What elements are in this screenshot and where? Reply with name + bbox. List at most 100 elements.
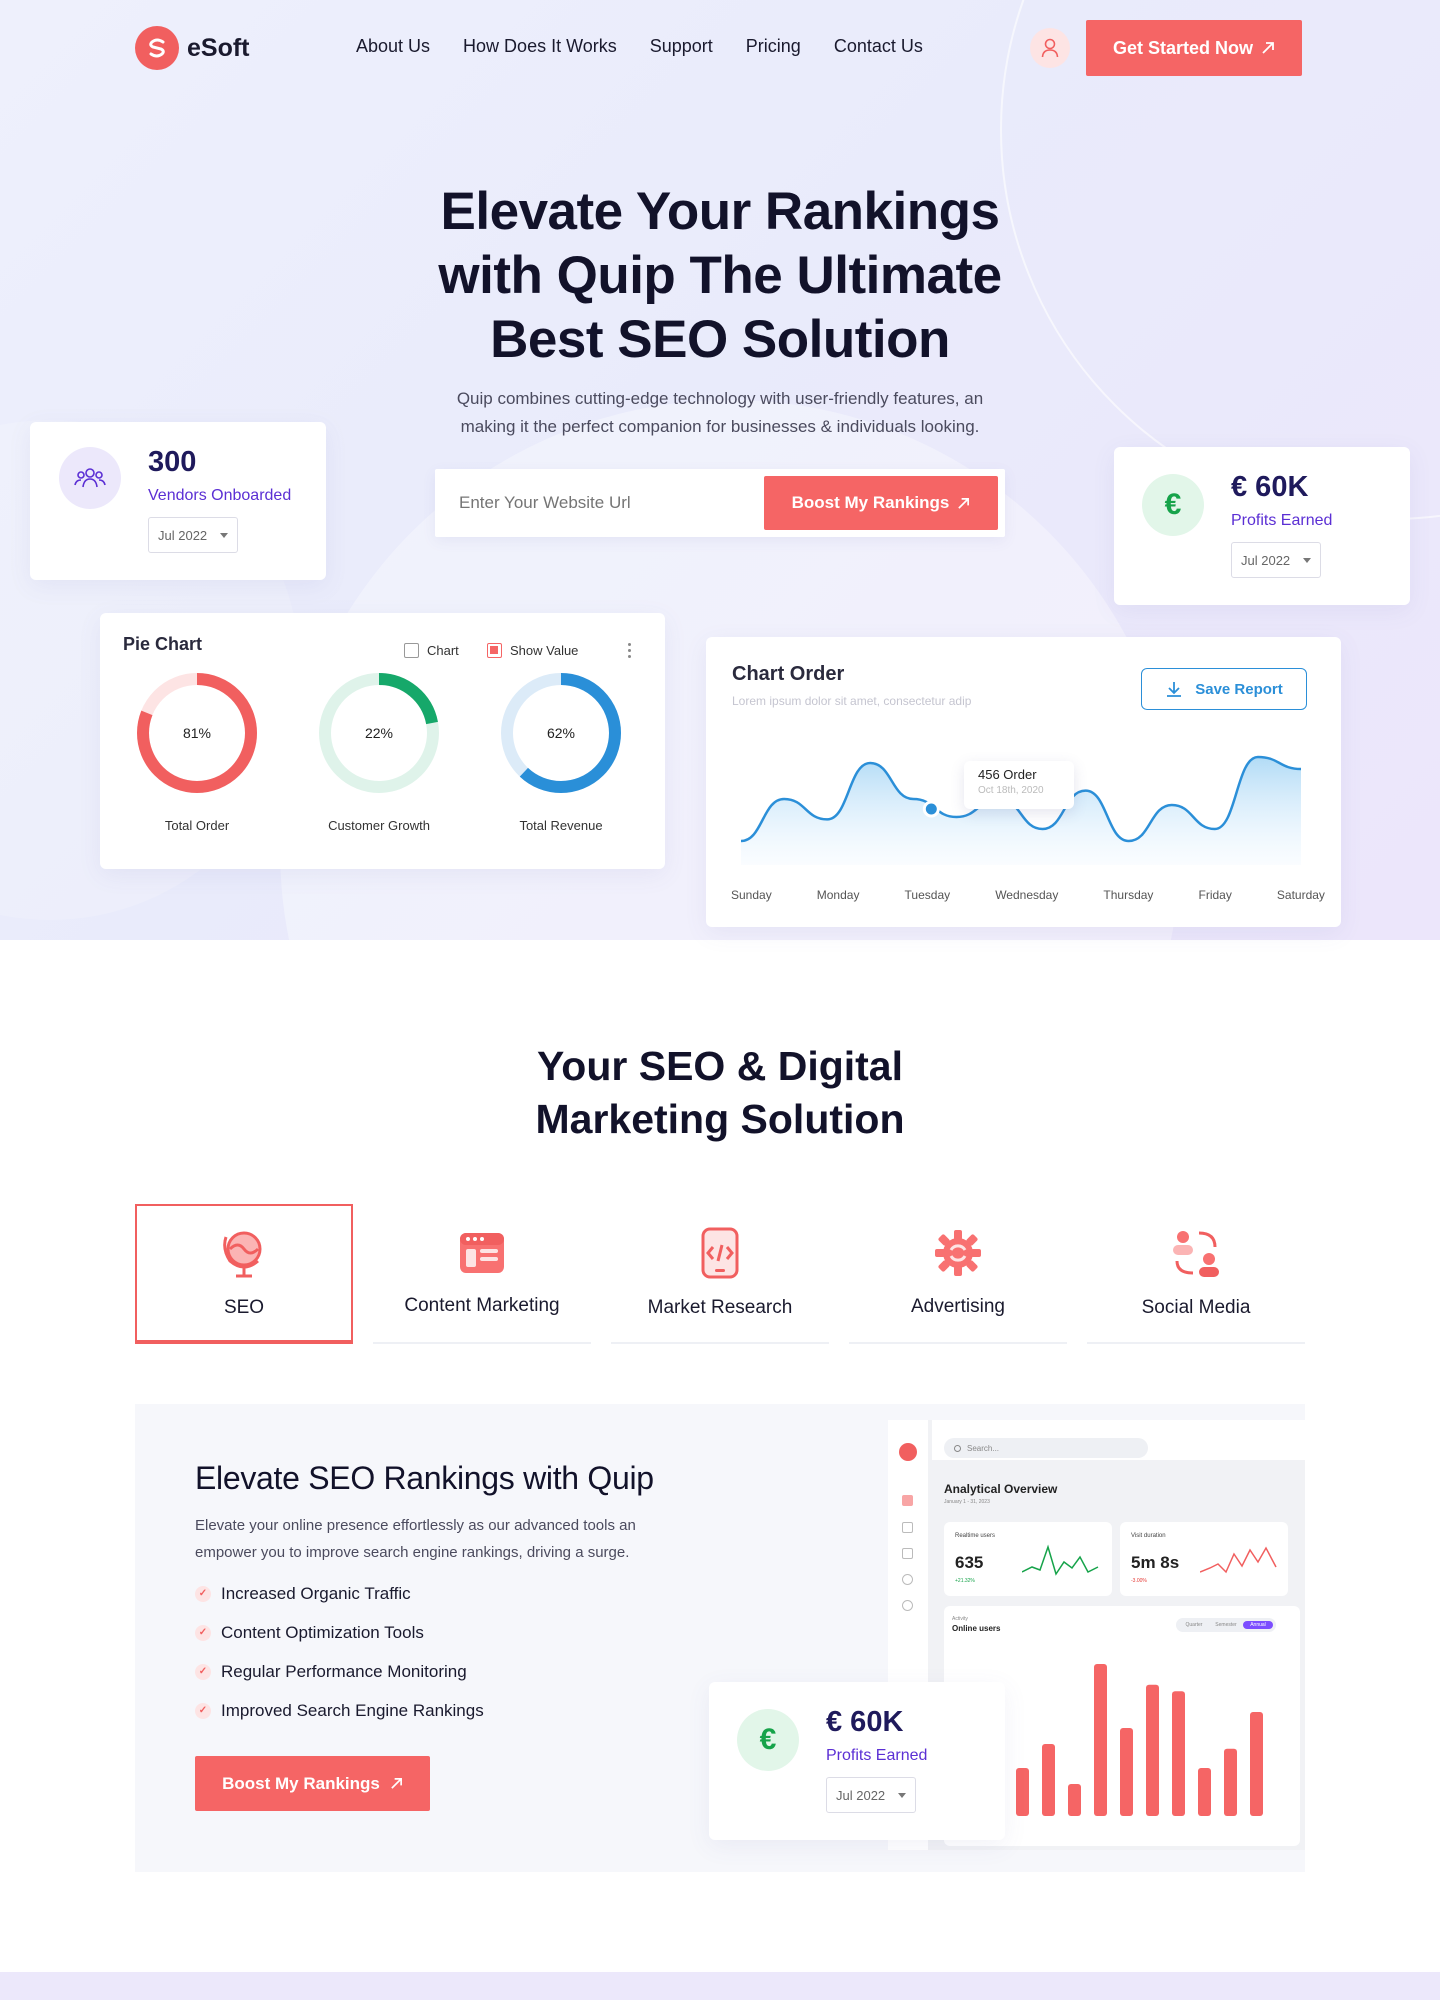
- online-users-bar: [1016, 1768, 1029, 1816]
- boost-rankings-label: Boost My Rankings: [791, 493, 950, 512]
- people-swap-icon: [1173, 1231, 1219, 1277]
- donut-value: 81%: [183, 725, 211, 741]
- tab-content-marketing[interactable]: Content Marketing: [373, 1204, 591, 1344]
- profits-card-floating: € € 60K Profits Earned Jul 2022: [709, 1682, 1005, 1840]
- tooltip-value: 456 Order: [978, 767, 1037, 782]
- chart-order-card: Chart Order Lorem ipsum dolor sit amet, …: [706, 637, 1341, 927]
- chevron-down-icon: [220, 532, 228, 538]
- feature-description-line: empower you to improve search engine ran…: [195, 1544, 630, 1561]
- profits-value: € 60K: [1231, 471, 1309, 503]
- more-options-icon[interactable]: [628, 643, 632, 658]
- hero-title-line: with Quip The Ultimate: [438, 246, 1002, 305]
- nav-how-it-works[interactable]: How Does It Works: [463, 36, 617, 57]
- checkbox-unchecked-icon[interactable]: [404, 643, 419, 658]
- boost-rankings-button[interactable]: Boost My Rankings: [764, 476, 998, 530]
- toggle-option[interactable]: Quarter: [1179, 1622, 1209, 1628]
- code-phone-icon: [701, 1227, 739, 1279]
- list-item: ✓ Improved Search Engine Rankings: [195, 1701, 484, 1720]
- hero-title: Elevate Your Rankings with Quip The Ulti…: [370, 180, 1070, 372]
- nav-about[interactable]: About Us: [356, 36, 430, 57]
- profits-label: Profits Earned: [826, 1747, 928, 1764]
- tab-seo[interactable]: SEO: [135, 1204, 353, 1344]
- show-value-label: Show Value: [510, 643, 579, 658]
- chevron-down-icon: [1303, 557, 1311, 563]
- dashboard-logo-icon: [899, 1443, 917, 1461]
- chart-option-label: Chart: [427, 643, 459, 658]
- tab-social-media[interactable]: Social Media: [1087, 1204, 1305, 1344]
- check-icon: ✓: [195, 1663, 211, 1680]
- url-search-form: Boost My Rankings: [435, 469, 1005, 537]
- donut-value: 62%: [547, 725, 575, 741]
- brand-logo[interactable]: eSoft: [135, 26, 250, 70]
- hero-subtitle-line: Quip combines cutting-edge technology wi…: [456, 389, 984, 408]
- donut-value: 22%: [365, 725, 393, 741]
- arrow-up-right-icon: [958, 497, 970, 509]
- nav-pricing[interactable]: Pricing: [746, 36, 801, 57]
- get-started-button[interactable]: Get Started Now: [1086, 20, 1302, 76]
- logo-icon: [135, 26, 179, 70]
- period-toggle[interactable]: Quarter Semester Annual: [1176, 1618, 1276, 1632]
- vendors-period-value: Jul 2022: [158, 527, 208, 543]
- x-tick-label: Wednesday: [995, 888, 1059, 902]
- metric-card: Visit duration 5m 8s -3.00%: [1120, 1522, 1288, 1596]
- tab-label: Content Marketing: [404, 1295, 560, 1316]
- order-chart-subtitle: Lorem ipsum dolor sit amet, consectetur …: [732, 694, 972, 708]
- get-started-label: Get Started Now: [1112, 37, 1254, 58]
- save-report-label: Save Report: [1195, 680, 1283, 698]
- chat-icon: [902, 1548, 913, 1559]
- online-users-bar: [1250, 1712, 1263, 1816]
- donut-label: Total Revenue: [519, 818, 603, 833]
- services-title-line: Marketing Solution: [535, 1096, 905, 1142]
- service-tabs: SEO Content Marketing Market Research Ad…: [135, 1204, 1305, 1344]
- arrow-up-right-icon: [1262, 42, 1274, 54]
- euro-icon: €: [1142, 474, 1204, 536]
- hero-subtitle: Quip combines cutting-edge technology wi…: [410, 385, 1030, 441]
- user-account-button[interactable]: [1030, 28, 1070, 68]
- dashboard-date: January 1 - 31, 2023: [944, 1499, 990, 1505]
- metric-label: Visit duration: [1131, 1533, 1166, 1539]
- tab-market-research[interactable]: Market Research: [611, 1204, 829, 1344]
- vendors-period-select[interactable]: Jul 2022: [148, 517, 238, 553]
- website-url-input[interactable]: [459, 469, 759, 537]
- services-title: Your SEO & Digital Marketing Solution: [420, 1040, 1020, 1146]
- tab-advertising[interactable]: Advertising: [849, 1204, 1067, 1344]
- profits-label: Profits Earned: [1231, 512, 1333, 529]
- save-report-button[interactable]: Save Report: [1141, 668, 1307, 710]
- online-users-bar: [1146, 1684, 1159, 1816]
- metric-change: +21.32%: [955, 1578, 975, 1584]
- check-label: Regular Performance Monitoring: [221, 1661, 467, 1681]
- show-value-option[interactable]: Show Value: [487, 643, 578, 658]
- metric-card: Realtime users 635 +21.32%: [944, 1522, 1112, 1596]
- profits-period-select[interactable]: Jul 2022: [826, 1777, 916, 1813]
- profits-period-select[interactable]: Jul 2022: [1231, 542, 1321, 578]
- chart-option[interactable]: Chart: [404, 643, 459, 658]
- order-chart-title: Chart Order: [732, 663, 845, 685]
- hero-subtitle-line: making it the perfect companion for busi…: [460, 417, 980, 436]
- dashboard-search[interactable]: Search...: [944, 1438, 1148, 1458]
- feature-boost-button[interactable]: Boost My Rankings: [195, 1756, 430, 1811]
- toggle-option-active[interactable]: Annual: [1243, 1621, 1273, 1629]
- search-icon: [954, 1444, 961, 1452]
- online-users-bar: [1042, 1744, 1055, 1816]
- download-icon: [1167, 682, 1182, 697]
- calendar-icon: [902, 1522, 913, 1533]
- feature-checklist: ✓ Increased Organic Traffic ✓ Content Opti…: [195, 1584, 484, 1720]
- online-users-bar: [1120, 1728, 1133, 1816]
- check-label: Improved Search Engine Rankings: [221, 1700, 484, 1720]
- donut-label: Total Order: [164, 818, 230, 833]
- metric-change: -3.00%: [1131, 1578, 1147, 1584]
- profits-card: € € 60K Profits Earned Jul 2022: [1114, 447, 1410, 605]
- tab-label: Social Media: [1141, 1297, 1251, 1318]
- online-users-bar: [1224, 1748, 1237, 1816]
- sparkline-red: [1200, 1546, 1277, 1574]
- activity-label: Activity: [952, 1616, 968, 1622]
- nav-contact[interactable]: Contact Us: [834, 36, 923, 57]
- toggle-option[interactable]: Semester: [1211, 1622, 1241, 1628]
- nav-support[interactable]: Support: [650, 36, 713, 57]
- euro-icon: €: [737, 1709, 799, 1771]
- checkbox-checked-icon[interactable]: [487, 643, 502, 658]
- x-tick-label: Thursday: [1103, 888, 1154, 902]
- metric-value: 5m 8s: [1131, 1553, 1180, 1572]
- tab-label: SEO: [223, 1297, 265, 1318]
- hero-title-line: Best SEO Solution: [490, 310, 950, 369]
